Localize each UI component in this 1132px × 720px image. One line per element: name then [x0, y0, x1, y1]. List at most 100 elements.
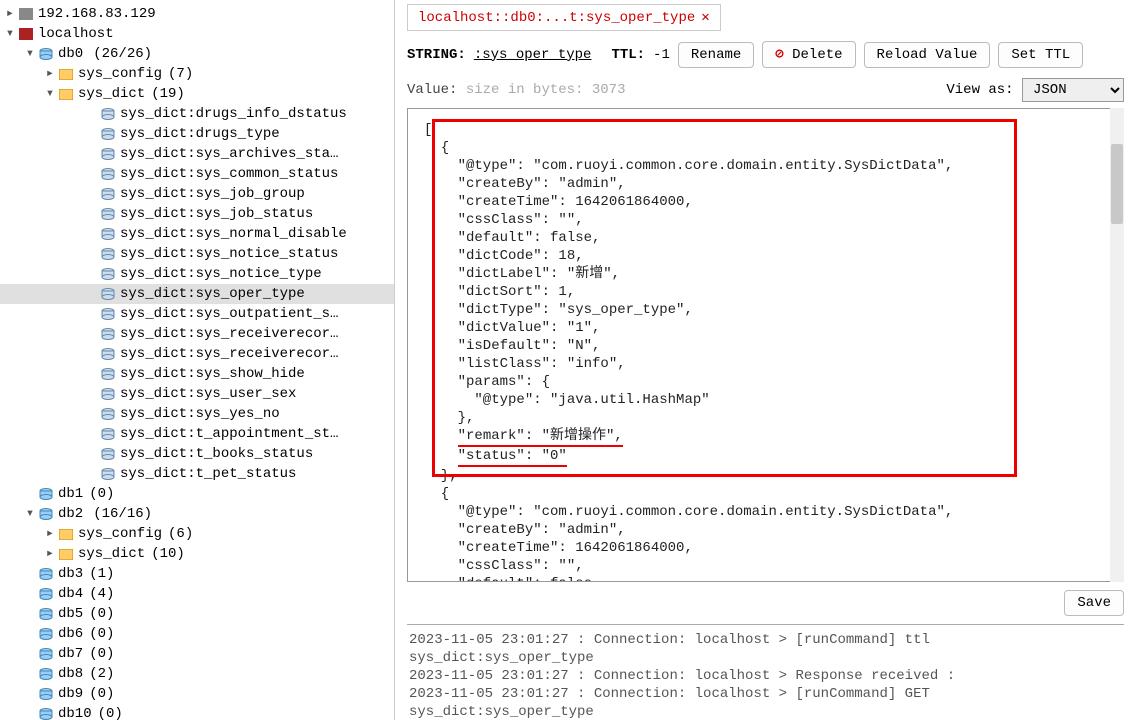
tree-count: (0) — [89, 685, 114, 703]
tree-key[interactable]: sys_dict:sys_yes_no — [0, 404, 394, 424]
key-toolbar: STRING: :sys_oper_type TTL: -1 Rename ⊘ … — [407, 31, 1124, 78]
tree-key[interactable]: sys_dict:t_books_status — [0, 444, 394, 464]
tree-count: (19) — [151, 85, 185, 103]
tree-key[interactable]: sys_dict:t_pet_status — [0, 464, 394, 484]
tree-key[interactable]: sys_dict:sys_notice_status — [0, 244, 394, 264]
key-icon — [100, 447, 116, 461]
tree-folder-sys-config[interactable]: ▸ sys_config (7) — [0, 64, 394, 84]
tree-db0[interactable]: ▾ db0 (26/26) — [0, 44, 394, 64]
tree-db[interactable]: db10(0) — [0, 704, 394, 720]
view-as-select[interactable]: JSON — [1022, 78, 1124, 102]
key-icon — [100, 267, 116, 281]
delete-label: Delete — [792, 47, 842, 63]
log-area: 2023-11-05 23:01:27 : Connection: localh… — [407, 624, 1124, 720]
tree-label: sys_dict:drugs_type — [120, 125, 280, 143]
tree-key[interactable]: sys_dict:sys_receiverecor… — [0, 344, 394, 364]
db-icon — [38, 707, 54, 720]
key-icon — [100, 427, 116, 441]
tree-key[interactable]: sys_dict:t_appointment_st… — [0, 424, 394, 444]
scrollbar-vertical[interactable] — [1110, 108, 1124, 582]
value-editor[interactable]: [ { "@type": "com.ruoyi.common.core.doma… — [407, 108, 1124, 582]
set-ttl-button[interactable]: Set TTL — [998, 42, 1083, 68]
tree-db2-sys-config[interactable]: ▸ sys_config (6) — [0, 524, 394, 544]
tree-db2-sys-dict[interactable]: ▸ sys_dict (10) — [0, 544, 394, 564]
reload-button[interactable]: Reload Value — [864, 42, 991, 68]
view-as-label: View as: — [946, 82, 1013, 98]
tab-title: localhost::db0:...t:sys_oper_type — [418, 10, 695, 26]
tree-label: sys_dict:sys_notice_type — [120, 265, 322, 283]
tree-label: sys_dict:sys_job_status — [120, 205, 313, 223]
tree-key[interactable]: sys_dict:sys_notice_type — [0, 264, 394, 284]
tree-label: db5 — [58, 605, 83, 623]
tree-folder-sys-dict[interactable]: ▾ sys_dict (19) — [0, 84, 394, 104]
tree-label: db3 — [58, 565, 83, 583]
tree-count: (0) — [89, 645, 114, 663]
tree-server[interactable]: ▸ 192.168.83.129 — [0, 4, 394, 24]
tree-db[interactable]: db9 (0) — [0, 684, 394, 704]
tree-db[interactable]: db8(2) — [0, 664, 394, 684]
tree-label: db4 — [58, 585, 83, 603]
tree-key[interactable]: sys_dict:drugs_info_dstatus — [0, 104, 394, 124]
folder-icon — [58, 527, 74, 541]
db-icon — [38, 507, 54, 521]
tree-key[interactable]: sys_dict:sys_archives_sta… — [0, 144, 394, 164]
tree-label: db9 — [58, 685, 83, 703]
tree-db[interactable]: db6(0) — [0, 624, 394, 644]
value-label: Value: — [407, 82, 457, 98]
key-name[interactable]: :sys_oper_type — [474, 47, 592, 63]
chevron-down-icon: ▾ — [24, 45, 36, 63]
tree-label: 192.168.83.129 — [38, 5, 156, 23]
tree-key[interactable]: sys_dict:sys_normal_disable — [0, 224, 394, 244]
tree-db[interactable]: db4(4) — [0, 584, 394, 604]
tree-label: sys_dict:sys_common_status — [120, 165, 338, 183]
tree-key[interactable]: sys_dict:sys_job_status — [0, 204, 394, 224]
save-row: Save — [407, 582, 1124, 624]
tree-key[interactable]: sys_dict:drugs_type — [0, 124, 394, 144]
delete-button[interactable]: ⊘ Delete — [762, 41, 855, 68]
server-icon — [18, 7, 34, 21]
forbidden-icon: ⊘ — [775, 47, 783, 63]
tree-label: sys_dict:sys_notice_status — [120, 245, 338, 263]
key-icon — [100, 227, 116, 241]
redis-icon — [18, 27, 34, 41]
highlighted-status: "status": "0" — [458, 447, 567, 467]
tree-key[interactable]: sys_dict:sys_job_group — [0, 184, 394, 204]
chevron-right-icon: ▸ — [44, 525, 56, 543]
tree-count: (1) — [89, 565, 114, 583]
tree-label: sys_dict:sys_oper_type — [120, 285, 305, 303]
tree-db[interactable]: db5(0) — [0, 604, 394, 624]
log-line: 2023-11-05 23:01:27 : Connection: localh… — [409, 667, 1122, 685]
tree-db[interactable]: db7(0) — [0, 644, 394, 664]
key-icon — [100, 207, 116, 221]
log-line: 2023-11-05 23:01:27 : Connection: localh… — [409, 685, 1122, 720]
tree-key[interactable]: sys_dict:sys_user_sex — [0, 384, 394, 404]
folder-icon — [58, 87, 74, 101]
tree-count: (0) — [89, 625, 114, 643]
tree-db1[interactable]: db1 (0) — [0, 484, 394, 504]
folder-icon — [58, 67, 74, 81]
key-icon — [100, 307, 116, 321]
tree-db[interactable]: db3 (1) — [0, 564, 394, 584]
chevron-down-icon: ▾ — [44, 85, 56, 103]
chevron-right-icon: ▸ — [44, 65, 56, 83]
tree-key[interactable]: sys_dict:sys_common_status — [0, 164, 394, 184]
rename-button[interactable]: Rename — [678, 42, 754, 68]
tree-db2[interactable]: ▾ db2 (16/16) — [0, 504, 394, 524]
tree-key[interactable]: sys_dict:sys_receiverecor… — [0, 324, 394, 344]
tree-key[interactable]: sys_dict:sys_oper_type — [0, 284, 394, 304]
tree-key[interactable]: sys_dict:sys_show_hide — [0, 364, 394, 384]
key-icon — [100, 467, 116, 481]
highlighted-remark: "remark": "新增操作", — [458, 427, 623, 447]
tree-label: sys_dict:sys_user_sex — [120, 385, 296, 403]
save-button[interactable]: Save — [1064, 590, 1124, 616]
tree-label: sys_dict:sys_job_group — [120, 185, 305, 203]
key-icon — [100, 327, 116, 341]
tree-host[interactable]: ▾ localhost — [0, 24, 394, 44]
tree-label: db1 — [58, 485, 83, 503]
tab-active[interactable]: localhost::db0:...t:sys_oper_type ✕ — [407, 4, 721, 31]
close-icon[interactable]: ✕ — [701, 9, 709, 26]
scrollbar-thumb[interactable] — [1111, 144, 1123, 224]
tree-key[interactable]: sys_dict:sys_outpatient_s… — [0, 304, 394, 324]
chevron-right-icon: ▸ — [4, 5, 16, 23]
tree-count: (6) — [168, 525, 193, 543]
